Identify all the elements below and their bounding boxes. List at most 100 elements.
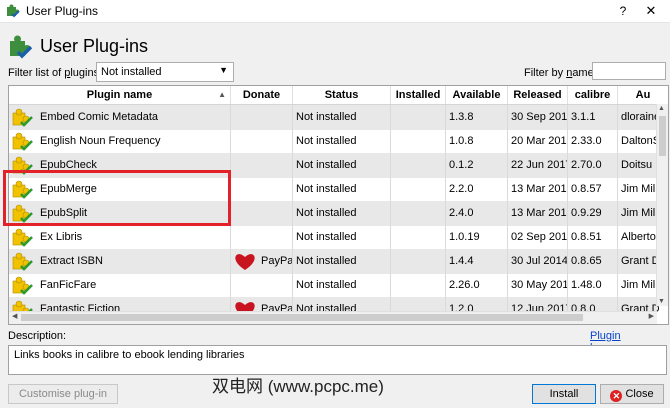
- cell-name: Embed Comic Metadata: [9, 105, 231, 129]
- table-row[interactable]: Extract ISBN PayPal Not installed 1.4.4 30 J…: [9, 249, 660, 274]
- plugin-puzzle-icon: [12, 276, 34, 296]
- help-button[interactable]: ?: [612, 2, 634, 20]
- plugin-puzzle-icon: [12, 228, 34, 248]
- cell-status: Not installed: [293, 105, 391, 129]
- table-row[interactable]: FanFicFare Not installed 2.26.0 30 May 2018…: [9, 273, 658, 298]
- puzzle-plugin-icon: [10, 35, 33, 59]
- puzzle-app-icon: [7, 4, 20, 18]
- column-header-author[interactable]: Au: [618, 86, 668, 104]
- column-header-released[interactable]: Released: [508, 86, 568, 104]
- scroll-right-icon[interactable]: ▶: [649, 312, 654, 320]
- cell-donate: [231, 105, 293, 129]
- cell-available: 1.0.8: [446, 129, 508, 153]
- cell-text-released: 02 Sep 2014: [511, 231, 568, 243]
- cell-text-author: Grant D: [621, 255, 660, 267]
- vertical-scroll-thumb[interactable]: [659, 116, 666, 156]
- cell-text-author: Jim Mill: [621, 207, 658, 219]
- scroll-up-icon[interactable]: ▲: [658, 105, 665, 112]
- horizontal-scroll-thumb[interactable]: [21, 314, 583, 321]
- customise-plugin-button[interactable]: Customise plug-in: [8, 384, 118, 404]
- cell-available: 1.3.8: [446, 105, 508, 129]
- horizontal-scrollbar[interactable]: ◀ ▶: [9, 311, 657, 324]
- cell-available: 2.26.0: [446, 273, 508, 297]
- cell-released: 30 May 2018: [508, 273, 568, 297]
- cell-text-name: FanFicFare: [40, 279, 97, 291]
- filter-name-input[interactable]: [592, 62, 666, 80]
- cell-donate: [231, 129, 293, 153]
- cell-text-name: Embed Comic Metadata: [40, 111, 158, 123]
- cell-text-status: Not installed: [296, 135, 357, 147]
- cell-available: 0.1.2: [446, 153, 508, 177]
- cell-name: Ex Libris: [9, 225, 231, 249]
- table-row[interactable]: Embed Comic Metadata Not installed 1.3.8 30…: [9, 105, 661, 130]
- filter-list-value: Not installed: [101, 66, 162, 78]
- highlight-box: [3, 170, 231, 226]
- cell-donate: [231, 153, 293, 177]
- table-row[interactable]: English Noun Frequency Not installed 1.0.8…: [9, 129, 663, 154]
- column-header-plugin-name[interactable]: Plugin name ▲: [9, 86, 231, 104]
- table-row[interactable]: Ex Libris Not installed 1.0.19 02 Sep 2014 0…: [9, 225, 657, 250]
- vertical-scrollbar[interactable]: ▲ ▼: [656, 104, 668, 306]
- cell-status: Not installed: [293, 249, 391, 273]
- title-bar: User Plug-ins ? ✕: [0, 0, 670, 23]
- cell-text-author: dloraine: [621, 111, 661, 123]
- cell-text-status: Not installed: [296, 207, 357, 219]
- column-header-installed[interactable]: Installed: [391, 86, 446, 104]
- cell-text-name: Extract ISBN: [40, 255, 103, 267]
- cell-available: 1.0.19: [446, 225, 508, 249]
- cell-installed: [391, 105, 446, 129]
- cell-available: 2.2.0: [446, 177, 508, 201]
- cell-text-released: 22 Jun 2017: [511, 159, 568, 171]
- cell-text-status: Not installed: [296, 279, 357, 291]
- cell-released: 30 Jul 2014: [508, 249, 568, 273]
- window-close-button[interactable]: ✕: [640, 2, 662, 20]
- scroll-left-icon[interactable]: ◀: [12, 312, 17, 320]
- cell-text-name: English Noun Frequency: [40, 135, 161, 147]
- cell-text-available: 0.1.2: [449, 159, 474, 171]
- plugin-puzzle-icon: [12, 252, 34, 272]
- cell-text-author: Doitsu: [621, 159, 653, 171]
- cell-donate: [231, 201, 293, 225]
- cell-released: 30 Sep 2017: [508, 105, 568, 129]
- cell-available: 2.4.0: [446, 201, 508, 225]
- cell-text-donate: PayPal: [261, 255, 293, 267]
- cell-released: 02 Sep 2014: [508, 225, 568, 249]
- cell-text-released: 20 Mar 2018: [511, 135, 568, 147]
- cell-name: Extract ISBN: [9, 249, 231, 273]
- cell-text-available: 1.3.8: [449, 111, 474, 123]
- cell-text-status: Not installed: [296, 111, 357, 123]
- filter-list-select[interactable]: Not installed ▼: [96, 62, 234, 82]
- cell-donate: [231, 273, 293, 297]
- install-button[interactable]: Install: [532, 384, 596, 404]
- close-button[interactable]: ✕ Close: [600, 384, 664, 404]
- cell-name: English Noun Frequency: [9, 129, 231, 153]
- table-header: Plugin name ▲ Donate Status Installed Ava…: [9, 86, 668, 105]
- cell-installed: [391, 201, 446, 225]
- cell-text-released: 13 Mar 2018: [511, 183, 568, 195]
- cell-calibre: 2.70.0: [568, 153, 618, 177]
- cell-calibre: 0.8.51: [568, 225, 618, 249]
- cell-calibre: 0.9.29: [568, 201, 618, 225]
- cell-available: 1.4.4: [446, 249, 508, 273]
- window-title: User Plug-ins: [26, 4, 99, 18]
- column-header-status[interactable]: Status: [293, 86, 391, 104]
- plugin-puzzle-icon: [12, 132, 34, 152]
- cell-text-status: Not installed: [296, 255, 357, 267]
- dialog-heading: User Plug-ins: [40, 36, 149, 56]
- cell-installed: [391, 177, 446, 201]
- column-header-calibre[interactable]: calibre: [568, 86, 618, 104]
- cell-calibre: 1.48.0: [568, 273, 618, 297]
- sort-ascending-icon: ▲: [218, 90, 226, 99]
- column-header-donate[interactable]: Donate: [231, 86, 293, 104]
- column-header-available[interactable]: Available: [446, 86, 508, 104]
- cell-calibre: 3.1.1: [568, 105, 618, 129]
- cell-text-released: 30 May 2018: [511, 279, 568, 291]
- cell-donate: [231, 225, 293, 249]
- cell-text-calibre: 2.70.0: [571, 159, 602, 171]
- cell-text-available: 1.4.4: [449, 255, 474, 267]
- donate-heart-icon[interactable]: [234, 253, 256, 271]
- cell-text-calibre: 3.1.1: [571, 111, 596, 123]
- scroll-down-icon[interactable]: ▼: [658, 298, 665, 305]
- filter-name-label: Filter by name:: [524, 67, 597, 79]
- cell-name: FanFicFare: [9, 273, 231, 297]
